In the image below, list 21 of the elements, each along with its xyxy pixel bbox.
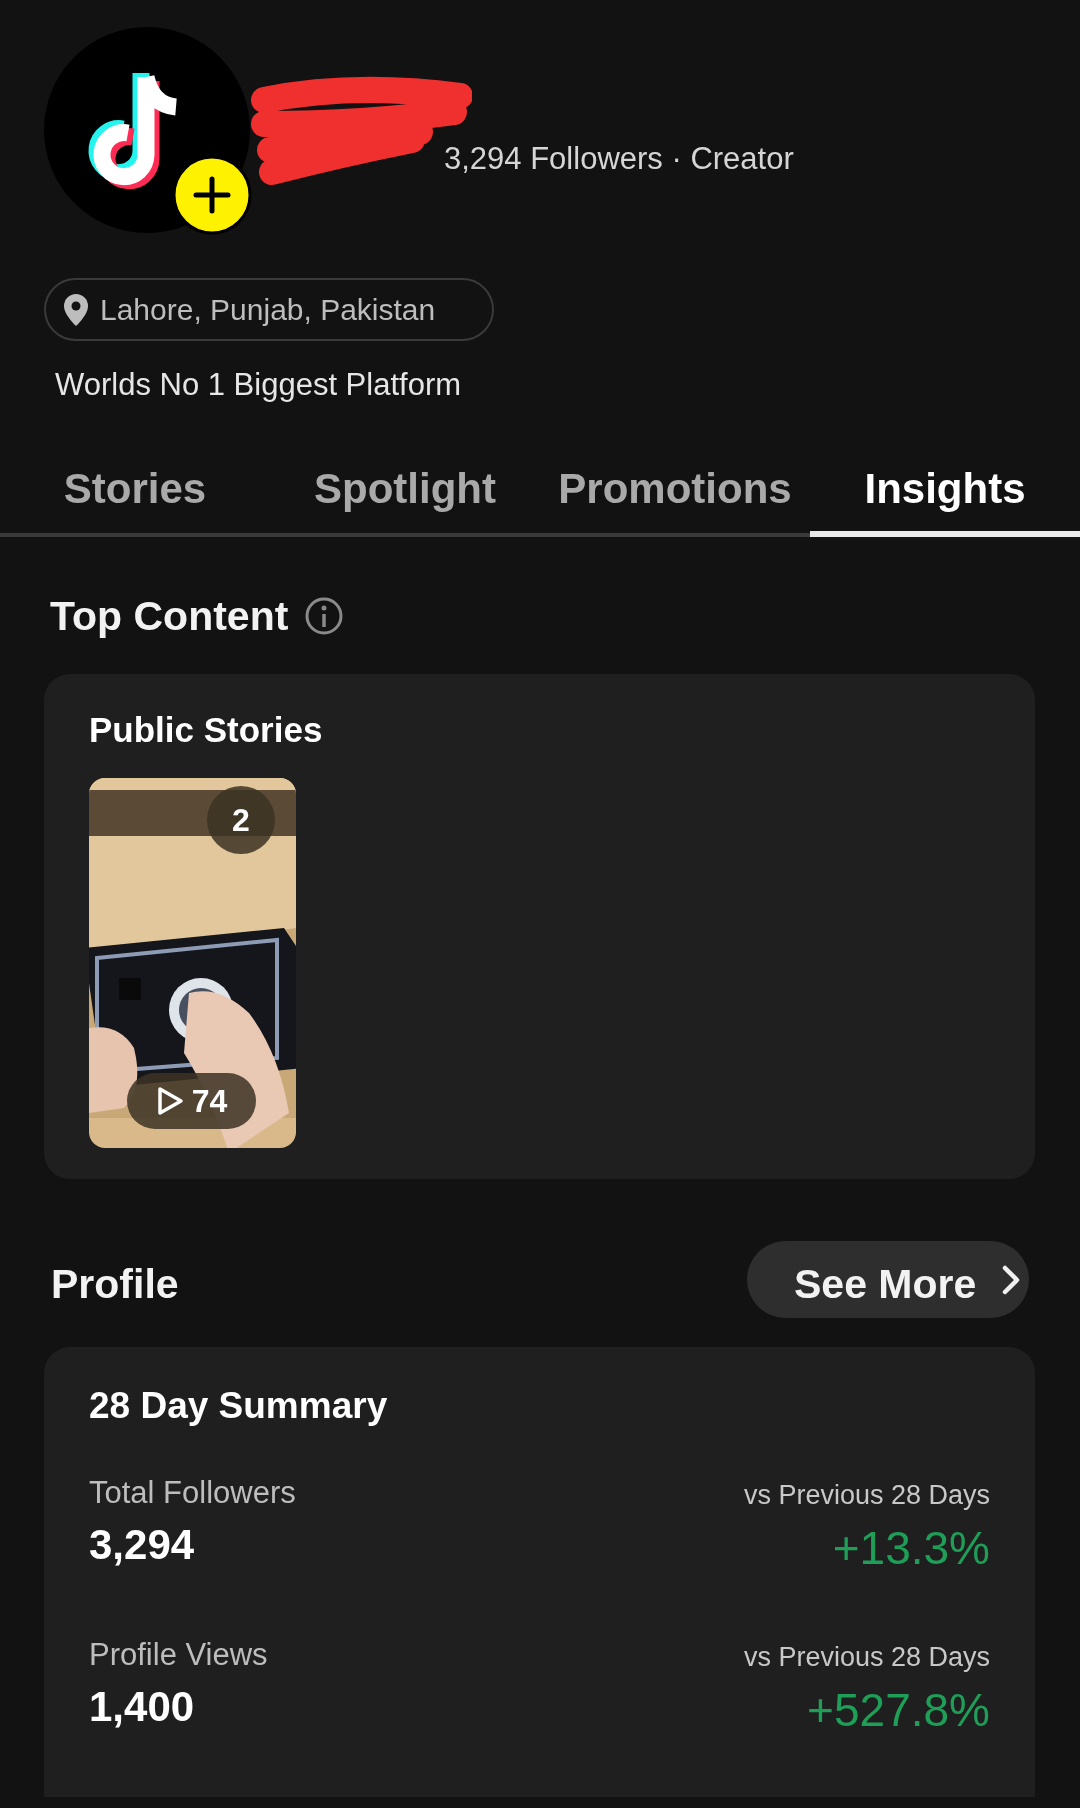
comparison-label: vs Previous 28 Days (743, 1480, 990, 1511)
view-count: 74 (191, 1082, 228, 1120)
tab[interactable]: Insights (810, 440, 1080, 537)
change-percent: +527.8% (806, 1683, 990, 1737)
metric-value: 3,294 (89, 1521, 196, 1570)
tab[interactable]: Promotions (540, 440, 810, 537)
section-title: Profile (50, 1261, 179, 1308)
location-chip[interactable]: Lahore, Punjab, Pakistan (44, 278, 494, 341)
card-title: Public Stories (89, 710, 324, 751)
card-title: 28 Day Summary (89, 1385, 389, 1428)
metric-value: 1,400 (89, 1683, 196, 1732)
tab[interactable]: Stories (0, 440, 270, 537)
section-title: Top Content (50, 592, 289, 640)
metric-label: Profile Views (89, 1637, 269, 1673)
change-percent: +13.3% (831, 1521, 990, 1575)
tab[interactable]: Spotlight (270, 440, 540, 537)
see-more-button[interactable]: See More (747, 1241, 1029, 1318)
metric-label: Total Followers (89, 1475, 297, 1511)
comparison-label: vs Previous 28 Days (743, 1642, 990, 1673)
profile-bio: Worlds No 1 Biggest Platform (55, 367, 463, 403)
follower-count: 3,294 Followers · Creator (444, 141, 794, 177)
